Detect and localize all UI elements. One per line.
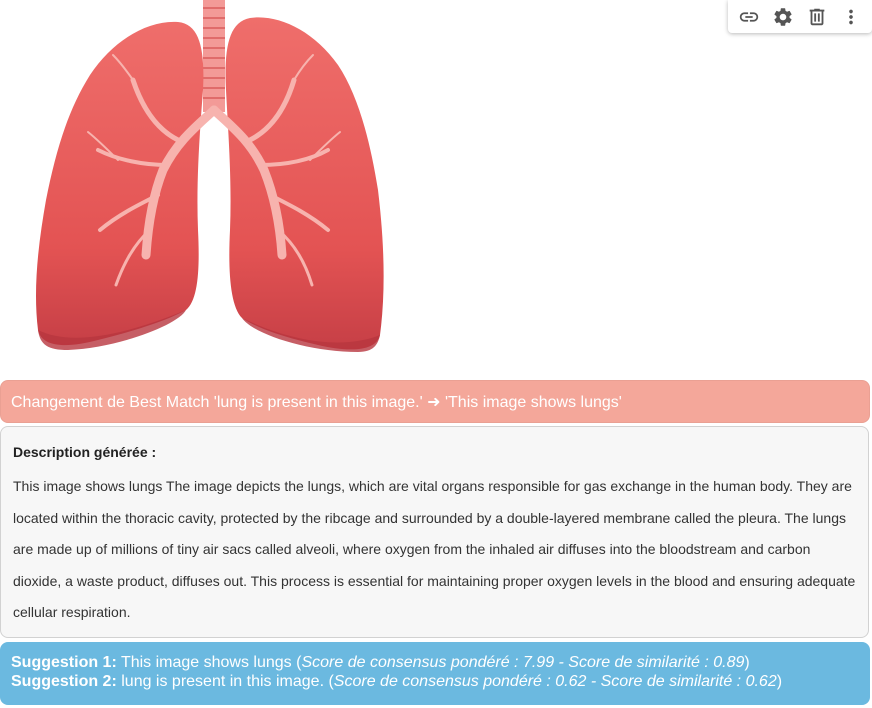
suggestion-scores: Score de consensus pondéré : 7.99 - Scor… [301,654,745,671]
delete-button[interactable] [803,3,831,31]
suggestions-panel: Suggestion 1: This image shows lungs (Sc… [0,642,870,705]
suggestion-paren-close: ) [744,654,750,671]
best-match-change-banner: Changement de Best Match 'lung is presen… [0,380,870,423]
right-lung-shape [225,17,384,350]
suggestion-label: Suggestion 1: [11,654,117,671]
link-button[interactable] [735,3,763,31]
left-lung-shape [35,21,204,346]
suggestion-text: lung is present in this image. [121,673,325,690]
generated-description-panel: Description générée : This image shows l… [0,426,869,638]
link-icon [739,11,759,22]
suggestion-item: Suggestion 2: lung is present in this im… [11,672,859,691]
description-text: This image shows lungs The image depicts… [13,478,856,620]
image-toolbar [728,0,872,33]
more-vert-icon [849,9,853,24]
more-options-button[interactable] [837,3,865,31]
suggestion-item: Suggestion 1: This image shows lungs (Sc… [11,653,859,672]
suggestion-paren-open: ( [324,673,334,690]
suggestion-scores: Score de consensus pondéré : 0.62 - Scor… [333,673,777,690]
settings-button[interactable] [769,3,797,31]
suggestion-label: Suggestion 2: [11,673,117,690]
gear-icon [774,7,792,26]
trachea-shape [203,0,225,112]
suggestion-paren-close: ) [776,673,783,690]
suggestion-text: This image shows lungs [120,654,292,671]
trash-icon [809,8,825,25]
lungs-image [35,0,384,352]
suggestion-paren-open: ( [291,654,302,671]
description-title: Description générée : [13,444,157,460]
